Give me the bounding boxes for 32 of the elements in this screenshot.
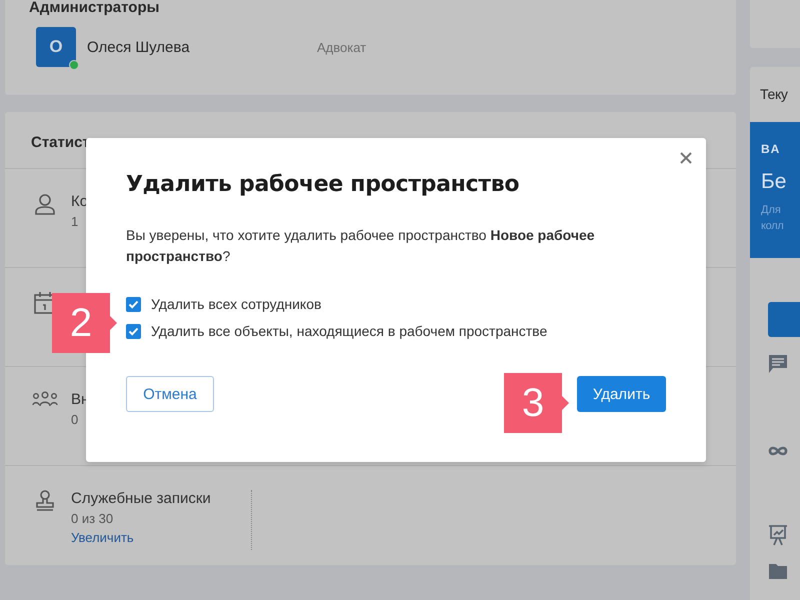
- stat-label: Служебные записки: [71, 490, 212, 507]
- folder-icon: [768, 562, 788, 580]
- stat-value: 0: [71, 412, 80, 427]
- step-badge: 2: [52, 293, 117, 353]
- delete-button[interactable]: Удалить: [577, 376, 666, 412]
- presentation-icon: [768, 524, 788, 546]
- banner-text: колл: [761, 219, 784, 234]
- person-icon: [34, 193, 56, 215]
- dialog-title: Удалить рабочее пространство: [126, 172, 520, 197]
- banner-eyebrow: BA: [761, 142, 780, 156]
- member-role: Адвокат: [317, 40, 366, 54]
- checkbox-label: Удалить всех сотрудников: [151, 296, 322, 312]
- checkbox-label: Удалить все объекты, находящиеся в рабочем пространстве: [151, 323, 548, 339]
- stat-value: 0 из 30: [71, 511, 114, 526]
- people-icon: [32, 391, 58, 407]
- close-button[interactable]: [678, 150, 694, 166]
- banner-heading: Бе: [761, 170, 786, 194]
- chat-icon: [768, 354, 788, 374]
- member-name: Олеся Шулева: [87, 38, 191, 56]
- infinity-icon: [768, 445, 788, 457]
- increase-link[interactable]: Увеличить: [71, 530, 134, 545]
- cancel-button[interactable]: Отмена: [126, 376, 214, 412]
- stat-value: 1: [71, 214, 80, 229]
- step-badge: 3: [504, 373, 569, 433]
- avatar: О: [36, 27, 76, 67]
- banner-text: Для: [761, 203, 781, 218]
- section-title: Администраторы: [29, 0, 160, 15]
- stamp-icon: [35, 490, 55, 512]
- checkbox[interactable]: [126, 324, 141, 338]
- checkbox[interactable]: [126, 296, 141, 312]
- panel-title: Теку: [759, 85, 789, 104]
- dialog-message: Вы уверены, что хотите удалить рабочее пространство Новое рабочее пространство?: [126, 226, 596, 266]
